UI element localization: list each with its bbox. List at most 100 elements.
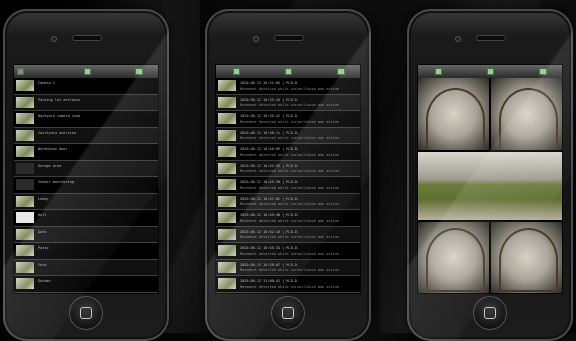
list-item-sublabel: Movement detected while surveillance was… (240, 136, 340, 140)
recording-list-item[interactable]: Camera 1 (14, 78, 158, 95)
recording-list-item[interactable]: Backyard camera view (14, 111, 158, 128)
thumbnail-image (16, 80, 34, 91)
camera-view-fisheye[interactable] (491, 78, 562, 150)
thumbnail-image (16, 228, 34, 240)
camera-view-panorama[interactable] (418, 152, 562, 220)
recording-list-item[interactable]: Street (14, 292, 158, 293)
phone-recording-list: Camera 1 Parking lot entrance Backyard cam… (3, 9, 169, 341)
list-item-label: Patio (38, 246, 49, 250)
event-list-item[interactable]: 2020-08-12 11:03:19 | M.D.D.Movement det… (216, 292, 360, 293)
camera-view-fisheye[interactable] (418, 78, 489, 150)
earpiece-speaker (274, 35, 304, 41)
event-list-item[interactable]: 2020-08-12 10:45:30 | M.D.D. Movement det… (216, 177, 360, 194)
pause-icon[interactable] (285, 68, 292, 75)
list-item-label: Warehouse door (38, 147, 68, 151)
list-item-label: Backyard camera view (38, 114, 81, 118)
thumbnail-image (218, 146, 236, 157)
recording-list-item[interactable]: Garden (14, 276, 158, 293)
thumbnail-image (218, 96, 236, 108)
thumbnail-image (16, 278, 34, 289)
list-item-label: Parking lot entrance (38, 97, 81, 102)
recording-list-item[interactable]: Garage area (14, 160, 158, 177)
list-item-sublabel: Movement detected while surveillance was… (240, 202, 340, 206)
list-item-sublabel: Movement detected while surveillance was… (240, 251, 340, 256)
recording-list-item[interactable]: Gate (14, 226, 158, 243)
home-button[interactable] (271, 296, 305, 330)
thumbnail-image (218, 278, 236, 289)
thumbnail-image (218, 245, 236, 256)
event-list-item[interactable]: 2020-08-12 10:40:09 | M.D.D. Movement det… (216, 144, 360, 161)
list-item-label: 2020-08-12 10:31:05 | M.D.D. (240, 81, 300, 85)
thumbnail-image (16, 113, 34, 124)
list-item-sublabel: Movement detected while surveillance was… (240, 218, 340, 223)
event-list-item[interactable]: 2020-08-12 10:33:20 | M.D.D. Movement det… (216, 94, 360, 111)
front-camera (51, 36, 57, 42)
camera-view-fisheye[interactable] (491, 222, 562, 293)
event-list-item[interactable]: 2020-08-12 10:58:07 | M.D.D. Movement det… (216, 259, 360, 276)
event-list-item[interactable]: 2020-08-12 10:35:42 | M.D.D. Movement det… (216, 111, 360, 128)
recording-list-item[interactable]: Yard (14, 259, 158, 276)
home-button[interactable] (473, 296, 507, 330)
list-item-label: 2020-08-12 10:55:33 | M.D.D. (240, 246, 300, 250)
event-list-item[interactable]: 2020-08-12 10:55:33 | M.D.D. Movement det… (216, 243, 360, 260)
event-list-item[interactable]: 2020-08-12 10:49:48 | M.D.D. Movement det… (216, 210, 360, 227)
list-item-label: 2020-08-12 10:35:42 | M.D.D. (240, 114, 300, 118)
camera-view-fisheye[interactable] (418, 222, 489, 293)
list-item-label: 2020-08-12 10:38:11 | M.D.D. (240, 130, 300, 135)
home-square-icon (282, 307, 294, 319)
list-item-sublabel: Movement detected while surveillance was… (240, 268, 340, 272)
list-item-sublabel: Movement detected while surveillance was… (240, 103, 340, 107)
download-icon[interactable] (539, 68, 547, 75)
pause-icon[interactable] (84, 68, 91, 75)
list-item-sublabel: Movement detected while surveillance was… (240, 152, 340, 157)
pause-icon[interactable] (487, 68, 494, 75)
list-item-label: Yard (38, 262, 47, 267)
thumbnail-image (16, 261, 34, 273)
recording-list-item[interactable]: Parking lot entrance (14, 94, 158, 111)
download-icon[interactable] (135, 68, 143, 75)
front-camera (455, 36, 461, 42)
list-item-label: 2020-08-12 10:52:16 | M.D.D. (240, 229, 300, 234)
earpiece-speaker (476, 35, 506, 41)
thumbnail-image (218, 129, 236, 141)
thumbnail-image (218, 228, 236, 240)
event-list-item[interactable]: 2020-08-12 10:47:02 | M.D.D. Movement det… (216, 193, 360, 210)
list-item-label: Indoor monitoring (38, 180, 74, 184)
list-item-sublabel: Movement detected while surveillance was… (240, 185, 340, 190)
thumbnail-image (16, 96, 34, 108)
back-icon[interactable] (233, 68, 240, 75)
recording-list-item[interactable]: Courtyard overview (14, 127, 158, 144)
earpiece-speaker (72, 35, 102, 41)
phone-camera-grid (407, 9, 573, 341)
thumbnail-image (218, 113, 236, 124)
list-item-label: 2020-08-12 10:42:55 | M.D.D. (240, 163, 300, 168)
back-icon[interactable] (435, 68, 442, 75)
download-icon[interactable] (337, 68, 345, 75)
thumbnail-image (218, 212, 236, 223)
event-list: 2020-08-12 10:31:05 | M.D.D. Movement det… (216, 78, 360, 293)
list-item-sublabel: Movement detected while surveillance was… (240, 169, 340, 173)
recording-list-item[interactable]: Warehouse door (14, 144, 158, 161)
event-list-item[interactable]: 2020-08-12 10:38:11 | M.D.D. Movement det… (216, 127, 360, 144)
list-item-label: Gate (38, 229, 47, 234)
recording-list-item[interactable]: Lobby (14, 193, 158, 210)
back-icon[interactable] (17, 68, 24, 75)
list-item-label: 2020-08-12 10:58:07 | M.D.D. (240, 262, 300, 267)
recording-list-item[interactable]: Patio (14, 243, 158, 260)
list-item-sublabel: Movement detected while surveillance was… (240, 235, 340, 239)
list-item-sublabel: Movement detected while surveillance was… (240, 284, 340, 289)
event-list-item[interactable]: 2020-08-12 10:52:16 | M.D.D. Movement det… (216, 226, 360, 243)
recording-list-item[interactable]: Indoor monitoring (14, 177, 158, 194)
thumbnail-image (16, 162, 34, 174)
list-item-sublabel: Movement detected while surveillance was… (240, 86, 340, 91)
thumbnail-image (16, 212, 34, 223)
home-button[interactable] (69, 296, 103, 330)
home-square-icon (484, 307, 496, 319)
recording-list-item[interactable]: Hall (14, 210, 158, 227)
event-list-item[interactable]: 2020-08-12 10:31:05 | M.D.D. Movement det… (216, 78, 360, 95)
app-toolbar (418, 65, 562, 78)
recording-list: Camera 1 Parking lot entrance Backyard cam… (14, 78, 158, 293)
event-list-item[interactable]: 2020-08-12 11:00:41 | M.D.D. Movement det… (216, 276, 360, 293)
thumbnail-image (218, 162, 236, 174)
event-list-item[interactable]: 2020-08-12 10:42:55 | M.D.D. Movement det… (216, 160, 360, 177)
